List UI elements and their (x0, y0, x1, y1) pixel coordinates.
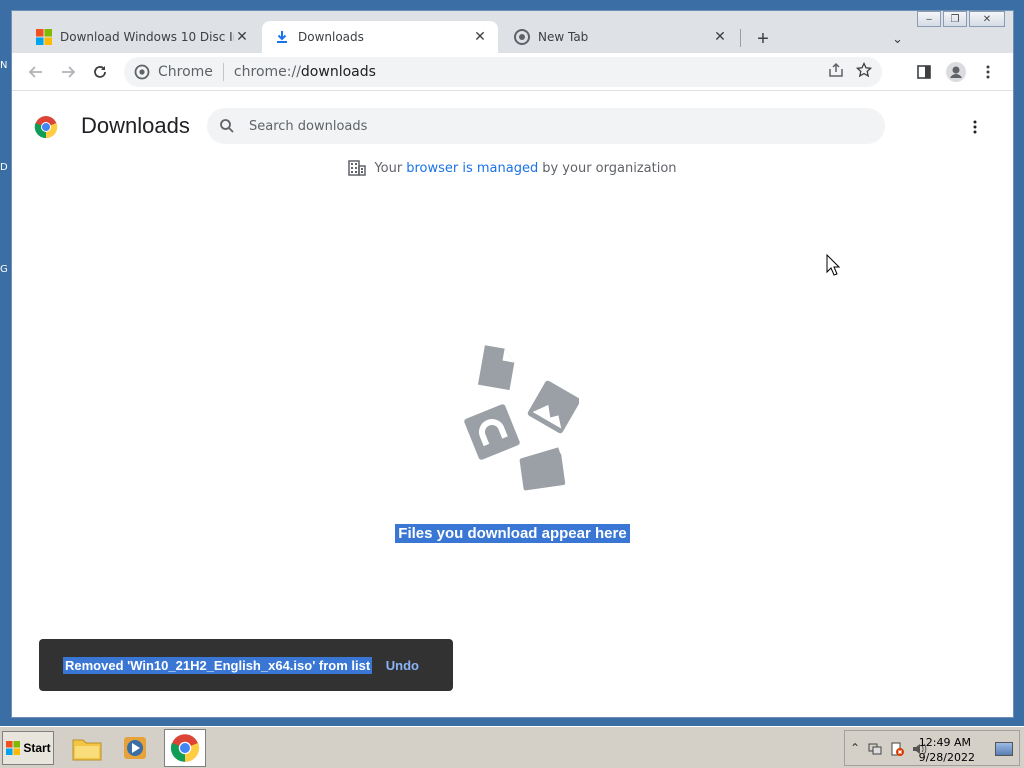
chrome-menu-button[interactable] (976, 60, 1000, 84)
chrome-icon (134, 64, 150, 80)
empty-state-message: Files you download appear here (12, 524, 1013, 543)
arrow-right-icon (62, 66, 76, 78)
avatar-icon (946, 62, 966, 82)
clock-date[interactable]: 9/28/2022 (919, 751, 975, 764)
browser-managed-link[interactable]: browser is managed (406, 161, 538, 176)
clock-time[interactable]: 12:49 AM (919, 736, 971, 749)
downloads-menu-button[interactable] (965, 117, 985, 137)
share-icon[interactable] (828, 62, 844, 78)
desktop-icon-label: D (0, 162, 8, 173)
search-input[interactable] (249, 118, 849, 134)
reload-button[interactable] (88, 60, 112, 84)
chrome-icon (170, 734, 200, 762)
tab-strip: Download Windows 10 Disc Image | ✕ Downl… (12, 19, 1013, 53)
browser-window: ‒ ❐ ✕ Download Windows 10 Disc Image | ✕… (11, 10, 1014, 718)
desktop-icon-label: G (0, 264, 8, 275)
side-panel-icon (917, 65, 931, 79)
tab-download-windows[interactable]: Download Windows 10 Disc Image | ✕ (24, 21, 260, 53)
search-icon (220, 119, 234, 133)
tab-separator (740, 29, 741, 47)
address-separator (222, 63, 224, 81)
search-downloads-box[interactable] (207, 108, 885, 144)
taskbar-explorer[interactable] (66, 729, 108, 767)
removed-toast: Removed 'Win10_21H2_English_x64.iso' fro… (39, 639, 453, 691)
tab-close-icon[interactable]: ✕ (472, 29, 488, 45)
start-button[interactable]: Start (2, 731, 54, 765)
taskbar: Start ⌃ 12:49 AM 9/28/2022 (0, 726, 1024, 768)
network-icon[interactable] (867, 741, 883, 757)
start-label: Start (23, 741, 51, 755)
tab-close-icon[interactable]: ✕ (712, 29, 728, 45)
managed-notice: Your browser is managed by your organiza… (12, 159, 1013, 177)
empty-downloads-illustration (464, 345, 579, 491)
reload-icon (94, 66, 106, 78)
tab-search-chevron-icon[interactable]: ⌄ (892, 31, 903, 47)
managed-suffix: by your organization (542, 160, 677, 176)
windows-flag-icon (6, 741, 21, 755)
download-icon (277, 31, 287, 43)
tab-close-icon[interactable]: ✕ (234, 29, 250, 45)
video-clapper-icon (519, 440, 566, 491)
building-icon (348, 160, 367, 176)
more-vert-icon (986, 65, 990, 79)
arrow-left-icon (28, 66, 42, 78)
folder-icon (72, 739, 102, 761)
more-vert-icon (973, 120, 977, 134)
address-actions (828, 62, 872, 78)
new-tab-button[interactable]: + (752, 29, 774, 51)
taskbar-media-player[interactable] (114, 729, 156, 767)
page-title: Downloads (81, 113, 190, 138)
url-scheme: chrome:// (233, 64, 301, 80)
managed-prefix: Your (374, 160, 403, 176)
downloads-header: Downloads (12, 99, 1013, 144)
tab-new-tab[interactable]: New Tab ✕ (502, 21, 738, 53)
side-panel-button[interactable] (912, 60, 936, 84)
site-chip-label: Chrome (158, 64, 213, 80)
show-desktop-icon[interactable] (995, 742, 1013, 756)
back-button[interactable] (24, 60, 48, 84)
url-text: chrome://downloads (234, 64, 376, 80)
undo-button[interactable]: Undo (386, 658, 419, 673)
music-icon (464, 404, 520, 460)
tab-downloads[interactable]: Downloads ✕ (262, 21, 498, 53)
chrome-icon (514, 29, 530, 45)
image-icon (527, 380, 579, 434)
tab-title: Downloads (298, 30, 364, 44)
chrome-logo-icon (34, 116, 58, 139)
url-host: downloads (300, 64, 376, 80)
microsoft-logo-icon (36, 29, 52, 45)
tray-expand-icon[interactable]: ⌃ (847, 741, 863, 757)
file-icon (477, 345, 515, 391)
mouse-cursor-icon (826, 254, 840, 276)
star-icon[interactable] (856, 62, 872, 78)
system-tray: ⌃ 12:49 AM 9/28/2022 (844, 730, 1020, 766)
forward-button[interactable] (56, 60, 80, 84)
media-player-icon (124, 737, 146, 759)
tab-title: Download Windows 10 Disc Image | (60, 30, 234, 44)
profile-button[interactable] (944, 60, 968, 84)
desktop-icon-label: N (0, 60, 8, 71)
address-bar[interactable]: Chrome chrome://downloads (124, 57, 882, 87)
taskbar-chrome[interactable] (164, 729, 206, 767)
browser-toolbar: Chrome chrome://downloads (12, 53, 1013, 91)
action-center-alert-icon[interactable] (889, 741, 905, 757)
downloads-page: Downloads Your browser is managed by you… (12, 91, 1013, 717)
tab-title: New Tab (538, 30, 589, 44)
toast-message: Removed 'Win10_21H2_English_x64.iso' fro… (63, 656, 373, 674)
